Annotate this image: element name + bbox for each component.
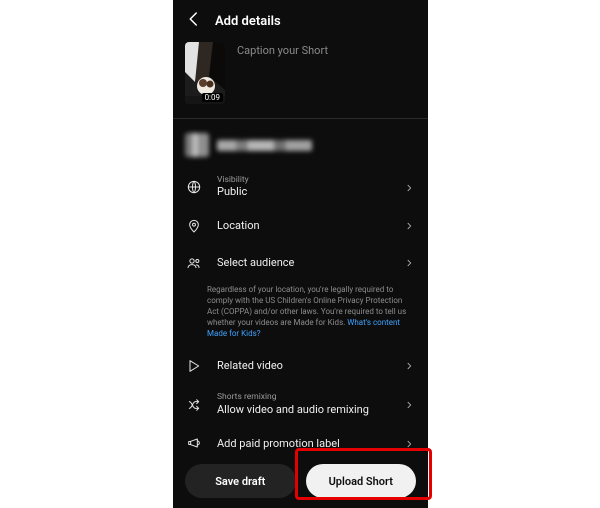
chevron-right-icon (404, 434, 416, 453)
avatar (185, 133, 209, 157)
caption-area: 0:09 Caption your Short (173, 38, 428, 118)
caption-input[interactable]: Caption your Short (237, 42, 416, 104)
divider (173, 118, 428, 119)
related-value: Related video (217, 359, 390, 372)
header-bar: Add details (173, 0, 428, 38)
duration-badge: 0:09 (202, 93, 223, 102)
visibility-value: Public (217, 185, 390, 198)
settings-list: Visibility Public Location S (173, 129, 428, 508)
add-details-screen: Add details 0:09 Caption your Short (173, 0, 428, 508)
remix-icon (185, 397, 203, 413)
audience-row[interactable]: Select audience (173, 244, 428, 281)
chevron-right-icon (404, 216, 416, 235)
account-row[interactable] (173, 129, 428, 167)
video-thumbnail[interactable]: 0:09 (185, 42, 225, 104)
coppa-legal-text: Regardless of your location, you're lega… (173, 281, 428, 347)
people-icon (185, 255, 203, 271)
remixing-row[interactable]: Shorts remixing Allow video and audio re… (173, 384, 428, 424)
save-draft-button[interactable]: Save draft (185, 464, 296, 498)
upload-short-button[interactable]: Upload Short (306, 464, 417, 498)
visibility-label: Visibility (217, 176, 390, 185)
chevron-right-icon (404, 178, 416, 197)
location-value: Location (217, 219, 390, 232)
megaphone-icon (185, 435, 203, 451)
bottom-action-bar: Save draft Upload Short (173, 454, 428, 508)
remix-label: Shorts remixing (217, 393, 390, 402)
related-video-row[interactable]: Related video (173, 347, 428, 384)
account-name-redacted (217, 140, 312, 151)
visibility-row[interactable]: Visibility Public (173, 167, 428, 207)
remix-value: Allow video and audio remixing (217, 403, 390, 416)
location-row[interactable]: Location (173, 207, 428, 244)
chevron-right-icon (404, 356, 416, 375)
play-outline-icon (185, 358, 203, 374)
page-title: Add details (215, 14, 281, 29)
chevron-right-icon (404, 253, 416, 272)
location-pin-icon (185, 218, 203, 234)
globe-icon (185, 179, 203, 195)
chevron-right-icon (404, 395, 416, 414)
audience-value: Select audience (217, 256, 390, 269)
paid-value: Add paid promotion label (217, 437, 390, 450)
back-icon[interactable] (185, 10, 203, 32)
